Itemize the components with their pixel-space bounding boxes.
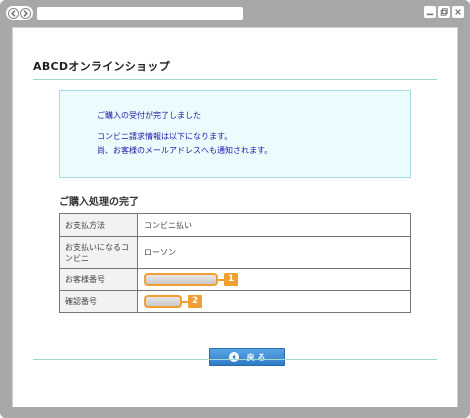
forward-arrow-icon[interactable] (19, 7, 31, 19)
callout-connector (180, 300, 188, 303)
page-content: ABCDオンラインショップ ご購入の受付が完了しました コンビニ請求情報は以下に… (12, 27, 458, 407)
purchase-info-table: お支払方法 コンビニ払い お支払いになるコンビニ ローソン お客様番号 1 確認… (59, 213, 411, 313)
divider (33, 359, 437, 360)
back-arrow-icon[interactable] (8, 7, 20, 19)
notice-line-1: ご購入の受付が完了しました (97, 111, 201, 120)
row-label: お支払いになるコンビニ (59, 236, 138, 269)
nav-buttons (6, 6, 33, 20)
customer-number-cell: 1 (137, 268, 411, 291)
minimize-icon[interactable] (424, 6, 436, 18)
back-button-label: 戻 る (246, 352, 266, 362)
callout-badge-1: 1 (224, 273, 238, 286)
callout-connector (216, 278, 224, 281)
row-label: お支払方法 (59, 213, 138, 237)
back-button[interactable]: 戻 る (209, 348, 285, 366)
window-bottom-frame (0, 407, 470, 418)
completion-notice: ご購入の受付が完了しました コンビニ請求情報は以下になります。 尚、お客様のメー… (59, 90, 411, 178)
browser-titlebar (0, 0, 470, 27)
row-value: ローソン (137, 236, 411, 269)
close-icon[interactable] (452, 6, 464, 18)
row-label: 確認番号 (59, 290, 138, 313)
divider (33, 79, 437, 80)
section-title: ご購入処理の完了 (59, 197, 139, 208)
shop-title: ABCDオンラインショップ (33, 60, 171, 73)
row-value: コンビニ払い (137, 213, 411, 237)
address-bar[interactable] (37, 7, 243, 20)
customer-number-masked (144, 273, 218, 286)
browser-window: ABCDオンラインショップ ご購入の受付が完了しました コンビニ請求情報は以下に… (0, 0, 470, 418)
confirmation-number-cell: 2 (137, 290, 411, 313)
table-row: お客様番号 1 (59, 268, 411, 291)
window-controls (424, 6, 464, 18)
confirmation-number-masked (144, 295, 182, 308)
table-row: 確認番号 2 (59, 290, 411, 313)
row-label: お客様番号 (59, 268, 138, 291)
maximize-icon[interactable] (438, 6, 450, 18)
notice-line-2: コンビニ請求情報は以下になります。 (97, 132, 233, 141)
table-row: お支払いになるコンビニ ローソン (59, 236, 411, 269)
notice-line-3: 尚、お客様のメールアドレスへも通知されます。 (97, 146, 273, 155)
back-triangle-icon (228, 352, 239, 362)
table-row: お支払方法 コンビニ払い (59, 213, 411, 237)
callout-badge-2: 2 (188, 295, 202, 308)
